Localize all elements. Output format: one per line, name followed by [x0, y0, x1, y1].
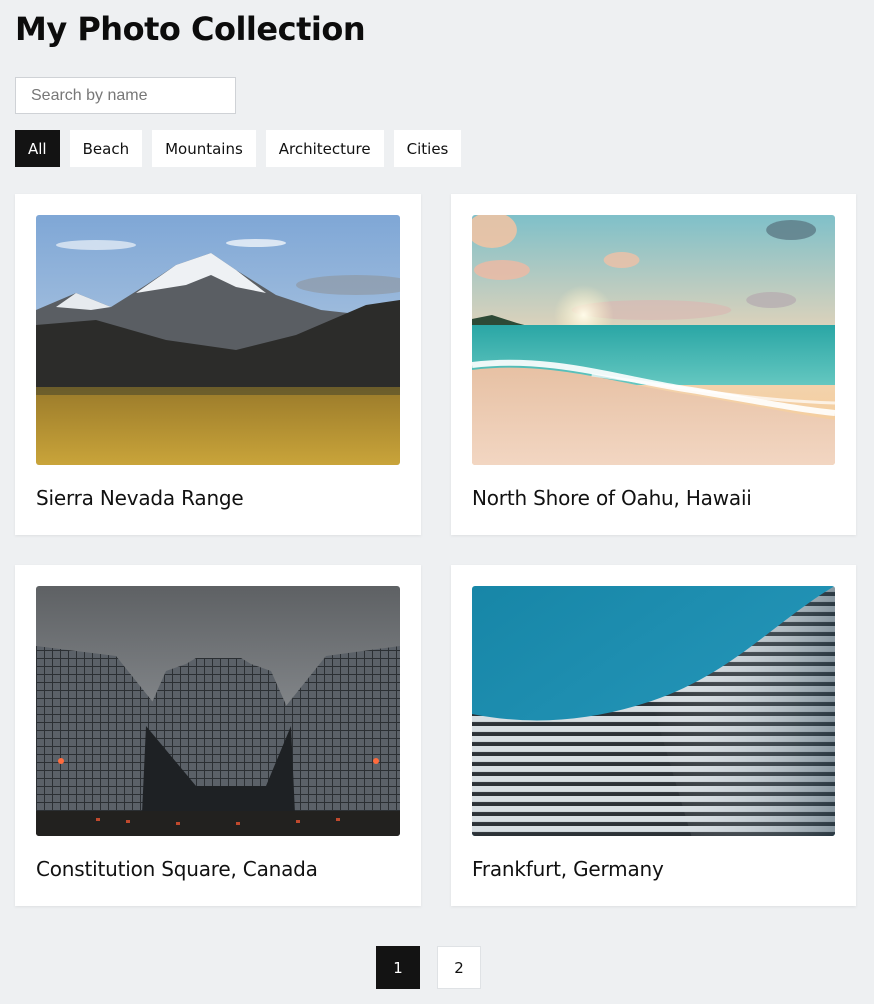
mountain-photo-icon[interactable]	[36, 215, 400, 465]
photo-card[interactable]: Constitution Square, Canada	[15, 565, 421, 906]
photo-collection-page: My Photo Collection All Beach Mountains …	[0, 0, 874, 1004]
filter-all-button[interactable]: All	[15, 130, 60, 167]
photo-card[interactable]: Sierra Nevada Range	[15, 194, 421, 535]
filter-cities-button[interactable]: Cities	[393, 130, 462, 167]
photo-title: North Shore of Oahu, Hawaii	[472, 486, 752, 510]
photo-card[interactable]: Frankfurt, Germany	[451, 565, 856, 906]
photo-title: Constitution Square, Canada	[36, 857, 318, 881]
pagination: 1 2	[376, 946, 481, 989]
wave-facade-photo-icon[interactable]	[472, 586, 835, 836]
filter-mountains-button[interactable]: Mountains	[152, 130, 256, 167]
filter-beach-button[interactable]: Beach	[69, 130, 143, 167]
search-input[interactable]	[15, 77, 236, 114]
page-2-button[interactable]: 2	[437, 946, 481, 989]
photo-card[interactable]: North Shore of Oahu, Hawaii	[451, 194, 856, 535]
beach-photo-icon[interactable]	[472, 215, 835, 465]
page-1-button[interactable]: 1	[376, 946, 420, 989]
skyscraper-photo-icon[interactable]	[36, 586, 400, 836]
filter-bar: All Beach Mountains Architecture Cities	[15, 130, 462, 167]
page-title: My Photo Collection	[15, 10, 366, 48]
photo-grid: Sierra Nevada Range North Shore of Oahu,…	[15, 194, 856, 906]
photo-title: Frankfurt, Germany	[472, 857, 664, 881]
filter-architecture-button[interactable]: Architecture	[265, 130, 384, 167]
photo-title: Sierra Nevada Range	[36, 486, 244, 510]
